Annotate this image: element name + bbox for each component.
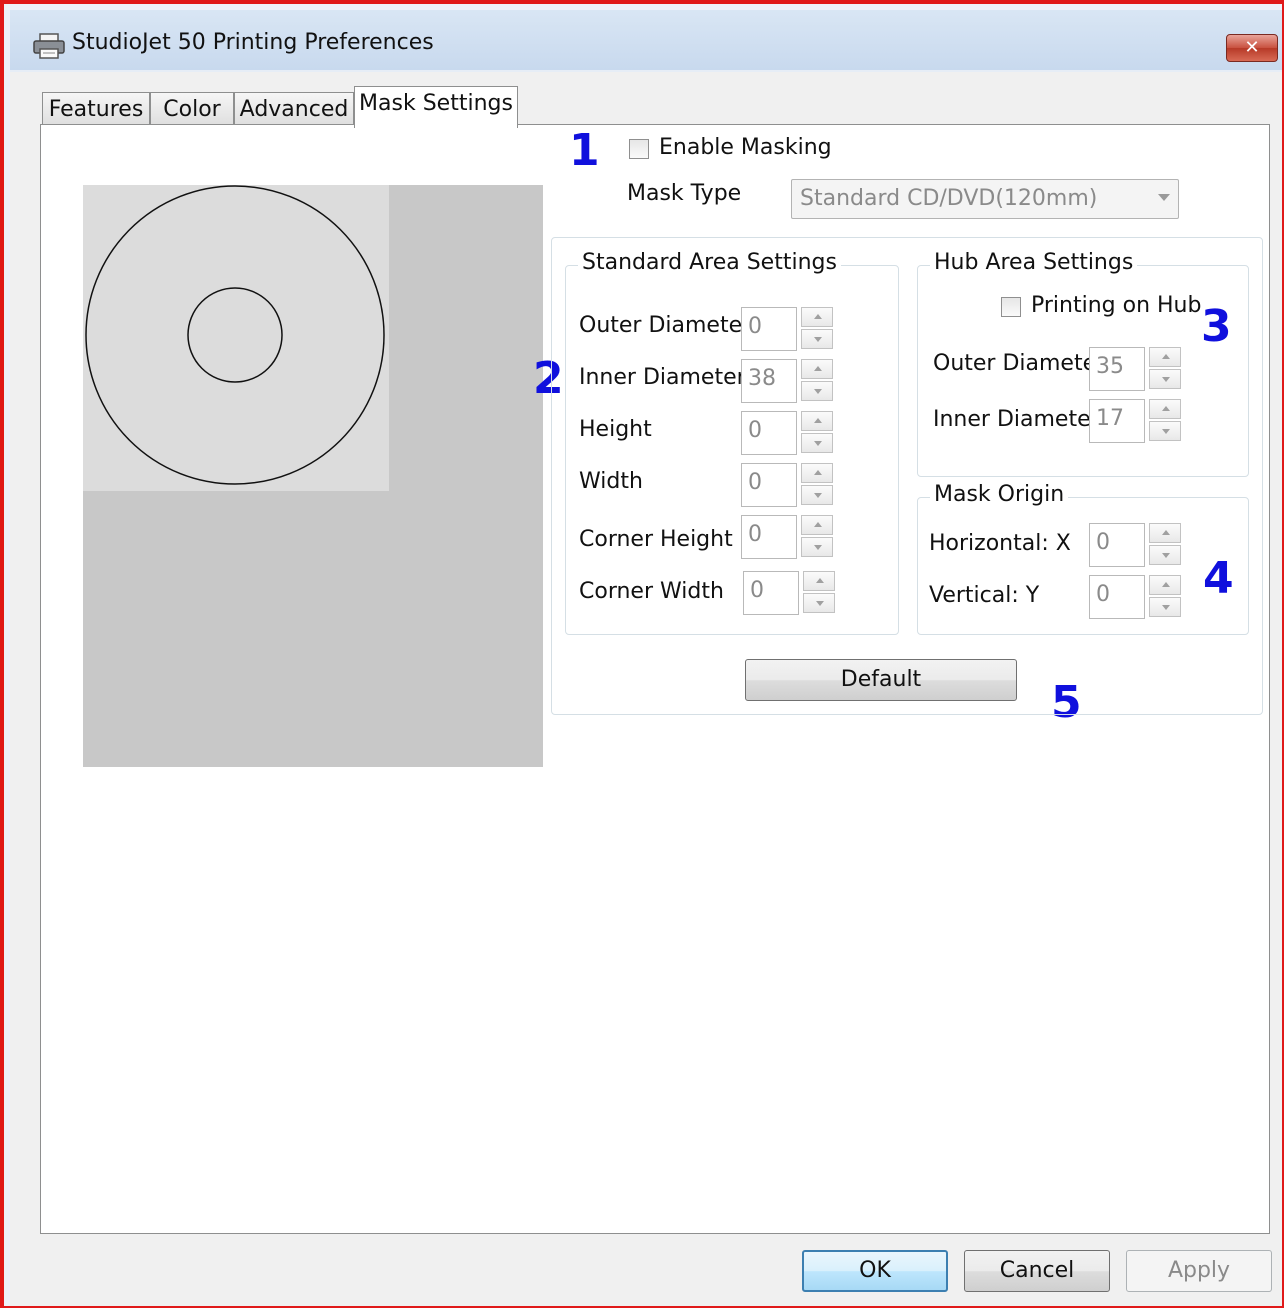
standard-corner-width-label: Corner Width	[579, 579, 724, 604]
standard-width-label: Width	[579, 469, 643, 494]
standard-inner-diameter-stepper[interactable]: 38	[741, 359, 833, 403]
hub-area-title: Hub Area Settings	[930, 250, 1138, 275]
standard-width-input[interactable]: 0	[741, 463, 797, 507]
standard-corner-height-label: Corner Height	[579, 527, 733, 552]
standard-inner-diameter-input[interactable]: 38	[741, 359, 797, 403]
standard-width-stepper[interactable]: 0	[741, 463, 833, 507]
origin-vertical-stepper[interactable]: 0	[1089, 575, 1181, 619]
printing-on-hub-label: Printing on Hub	[1031, 293, 1202, 318]
standard-outer-diameter-stepper[interactable]: 0	[741, 307, 833, 351]
callout-marker-1: 1	[569, 125, 600, 176]
spin-up-icon[interactable]	[801, 359, 833, 379]
ok-button[interactable]: OK	[802, 1250, 948, 1292]
tab-color[interactable]: Color	[150, 92, 234, 126]
origin-horizontal-label: Horizontal: X	[929, 531, 1071, 556]
standard-outer-diameter-label: Outer Diameter	[579, 313, 752, 338]
spin-up-icon[interactable]	[1149, 347, 1181, 367]
spin-down-icon[interactable]	[1149, 597, 1181, 617]
apply-button[interactable]: Apply	[1126, 1250, 1272, 1292]
standard-corner-height-stepper[interactable]: 0	[741, 515, 833, 559]
hub-outer-diameter-stepper[interactable]: 35	[1089, 347, 1181, 391]
close-icon: ✕	[1244, 37, 1260, 58]
spin-up-icon[interactable]	[1149, 523, 1181, 543]
spin-up-icon[interactable]	[801, 515, 833, 535]
screenshot-frame: StudioJet 50 Printing Preferences ✕ Feat…	[0, 0, 1284, 1308]
origin-vertical-label: Vertical: Y	[929, 583, 1040, 608]
spin-up-icon[interactable]	[1149, 399, 1181, 419]
standard-corner-height-input[interactable]: 0	[741, 515, 797, 559]
origin-vertical-input[interactable]: 0	[1089, 575, 1145, 619]
spin-down-icon[interactable]	[1149, 545, 1181, 565]
enable-masking-checkbox[interactable]	[629, 139, 649, 159]
dialog-window: StudioJet 50 Printing Preferences ✕ Feat…	[10, 10, 1282, 1306]
title-bar: StudioJet 50 Printing Preferences ✕	[10, 10, 1282, 72]
disc-outline-icon	[85, 185, 385, 485]
spin-up-icon[interactable]	[803, 571, 835, 591]
mask-preview	[83, 185, 543, 767]
mask-type-select[interactable]: Standard CD/DVD(120mm)	[791, 179, 1179, 219]
window-title: StudioJet 50 Printing Preferences	[72, 30, 434, 55]
default-button[interactable]: Default	[745, 659, 1017, 701]
mask-settings-page: 1 2 3 4 5 Enable Masking Mask Type Stand…	[40, 124, 1270, 1234]
standard-area-title: Standard Area Settings	[578, 250, 841, 275]
spin-down-icon[interactable]	[803, 593, 835, 613]
dialog-client-area: Features Color Advanced Mask Settings 1 …	[10, 72, 1282, 1306]
hub-outer-diameter-label: Outer Diameter	[933, 351, 1106, 376]
hub-outer-diameter-input[interactable]: 35	[1089, 347, 1145, 391]
spin-down-icon[interactable]	[801, 381, 833, 401]
spin-up-icon[interactable]	[1149, 575, 1181, 595]
standard-corner-width-stepper[interactable]: 0	[743, 571, 835, 615]
origin-horizontal-stepper[interactable]: 0	[1089, 523, 1181, 567]
close-button[interactable]: ✕	[1226, 34, 1278, 62]
standard-height-stepper[interactable]: 0	[741, 411, 833, 455]
tab-mask-settings[interactable]: Mask Settings	[354, 86, 518, 128]
standard-height-input[interactable]: 0	[741, 411, 797, 455]
standard-height-label: Height	[579, 417, 652, 442]
hub-inner-diameter-stepper[interactable]: 17	[1089, 399, 1181, 443]
origin-horizontal-input[interactable]: 0	[1089, 523, 1145, 567]
printing-on-hub-checkbox[interactable]	[1001, 297, 1021, 317]
tab-advanced[interactable]: Advanced	[234, 92, 354, 126]
spin-down-icon[interactable]	[801, 537, 833, 557]
standard-inner-diameter-label: Inner Diameter	[579, 365, 746, 390]
spin-up-icon[interactable]	[801, 463, 833, 483]
standard-corner-width-input[interactable]: 0	[743, 571, 799, 615]
spin-down-icon[interactable]	[1149, 421, 1181, 441]
cancel-button[interactable]: Cancel	[964, 1250, 1110, 1292]
standard-outer-diameter-input[interactable]: 0	[741, 307, 797, 351]
enable-masking-label: Enable Masking	[659, 135, 832, 160]
spin-down-icon[interactable]	[1149, 369, 1181, 389]
spin-down-icon[interactable]	[801, 485, 833, 505]
spin-down-icon[interactable]	[801, 433, 833, 453]
spin-down-icon[interactable]	[801, 329, 833, 349]
mask-origin-group: Mask Origin	[917, 482, 1249, 635]
mask-origin-title: Mask Origin	[930, 482, 1069, 507]
mask-type-label: Mask Type	[627, 181, 742, 206]
mask-type-value: Standard CD/DVD(120mm)	[800, 186, 1098, 211]
spin-up-icon[interactable]	[801, 411, 833, 431]
hub-inner-diameter-label: Inner Diameter	[933, 407, 1100, 432]
printer-icon	[33, 33, 65, 59]
chevron-down-icon	[1158, 194, 1170, 201]
spin-up-icon[interactable]	[801, 307, 833, 327]
tab-features[interactable]: Features	[42, 92, 150, 126]
hub-inner-diameter-input[interactable]: 17	[1089, 399, 1145, 443]
